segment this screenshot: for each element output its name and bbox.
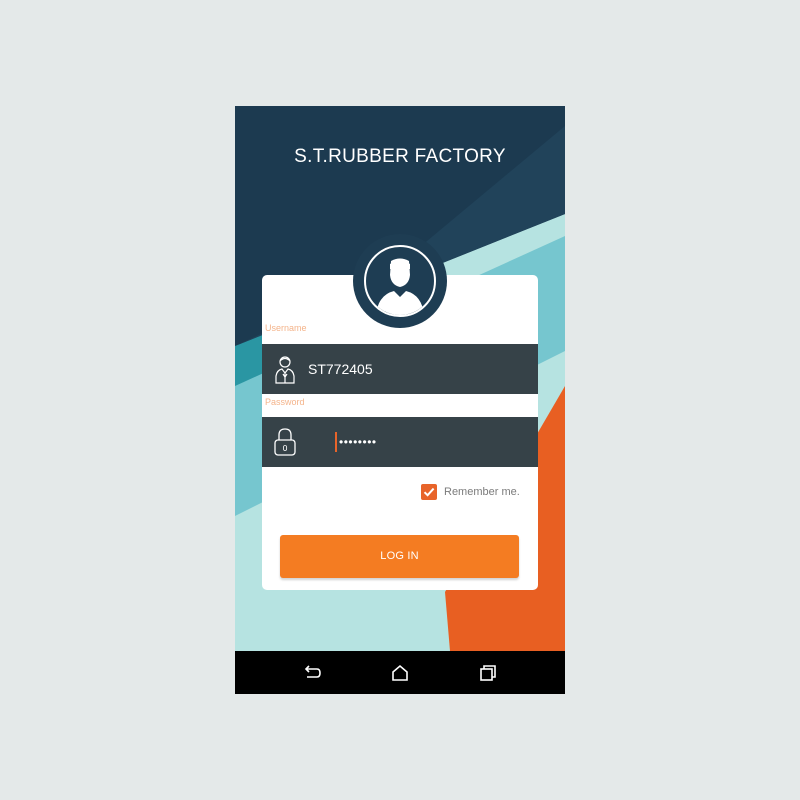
person-icon [272,354,298,384]
password-label: Password [265,397,305,407]
svg-text:0: 0 [282,444,287,453]
username-field[interactable]: ST772405 [262,344,538,394]
back-icon[interactable] [301,662,323,684]
phone-screen: S.T.RUBBER FACTORY Username ST772405 Pas… [235,106,565,694]
recents-icon[interactable] [477,662,499,684]
user-silhouette-icon [364,245,436,317]
password-value: •••••••• [339,435,377,449]
username-value: ST772405 [308,361,373,377]
avatar [353,234,447,328]
remember-me[interactable]: Remember me. [421,483,520,501]
remember-checkbox[interactable] [421,484,437,500]
password-field[interactable]: 0 •••••••• [262,417,538,467]
login-button[interactable]: LOG IN [280,535,519,578]
system-nav-bar [235,651,565,694]
home-icon[interactable] [389,662,411,684]
checkmark-icon [423,487,435,497]
app-title: S.T.RUBBER FACTORY [294,146,506,167]
username-label: Username [265,323,307,333]
text-cursor [335,432,337,452]
lock-icon: 0 [272,427,298,457]
remember-label: Remember me. [444,486,520,498]
